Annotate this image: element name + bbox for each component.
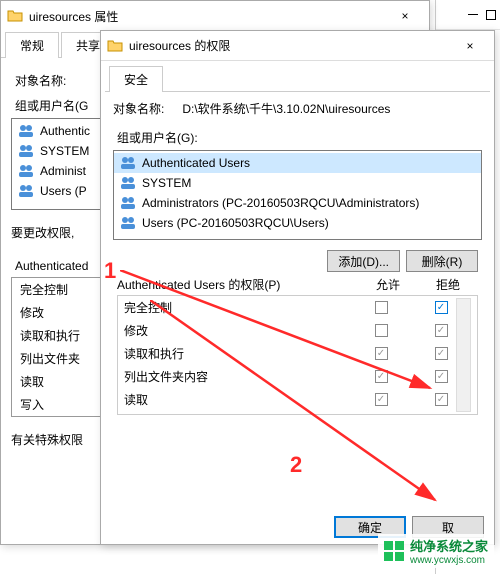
object-name-value: D:\软件系统\千牛\3.10.02N\uiresources [182,100,390,117]
properties-title: uiresources 属性 [29,8,387,25]
folder-icon [7,8,23,24]
tab-general[interactable]: 常规 [5,32,59,58]
list-item: SYSTEM [40,144,89,158]
annotation-1: 1 [104,258,116,284]
watermark: 纯净系统之家 www.ycwxjs.com [378,534,494,568]
watermark-line1: 纯净系统之家 [410,536,488,555]
users-icon [120,175,136,191]
permissions-title: uiresources 的权限 [129,37,452,54]
scrollbar[interactable] [456,298,471,412]
remove-button[interactable]: 删除(R) [406,250,478,272]
list-item: Authentic [40,124,90,138]
users-icon [120,155,136,171]
users-icon [18,163,34,179]
close-icon[interactable]: × [452,31,488,61]
arrow-2 [150,300,450,510]
permissions-titlebar[interactable]: uiresources 的权限 × [101,31,494,61]
users-icon [120,215,136,231]
annotation-2: 2 [290,452,302,478]
users-list[interactable]: Authenticated Users SYSTEM Administrator… [113,150,482,240]
list-item[interactable]: Authenticated Users [114,153,481,173]
watermark-line2: www.ycwxjs.com [410,555,488,566]
minimize-icon[interactable] [468,14,478,15]
users-icon [18,183,34,199]
users-icon [18,143,34,159]
maximize-icon[interactable] [486,10,496,20]
object-name-label: 对象名称: [113,100,164,117]
add-button[interactable]: 添加(D)... [327,250,400,272]
properties-titlebar[interactable]: uiresources 属性 × [1,1,429,31]
users-icon [18,123,34,139]
watermark-logo-icon [384,541,404,561]
tab-security[interactable]: 安全 [109,66,163,92]
list-item[interactable]: Users (PC-20160503RQCU\Users) [114,213,481,233]
list-item: Users (P [40,184,87,198]
folder-icon [107,38,123,54]
list-item: Administ [40,164,86,178]
group-users-label: 组或用户名(G): [117,129,478,146]
users-icon [120,195,136,211]
list-item[interactable]: Administrators (PC-20160503RQCU\Administ… [114,193,481,213]
close-icon[interactable]: × [387,1,423,31]
list-item[interactable]: SYSTEM [114,173,481,193]
